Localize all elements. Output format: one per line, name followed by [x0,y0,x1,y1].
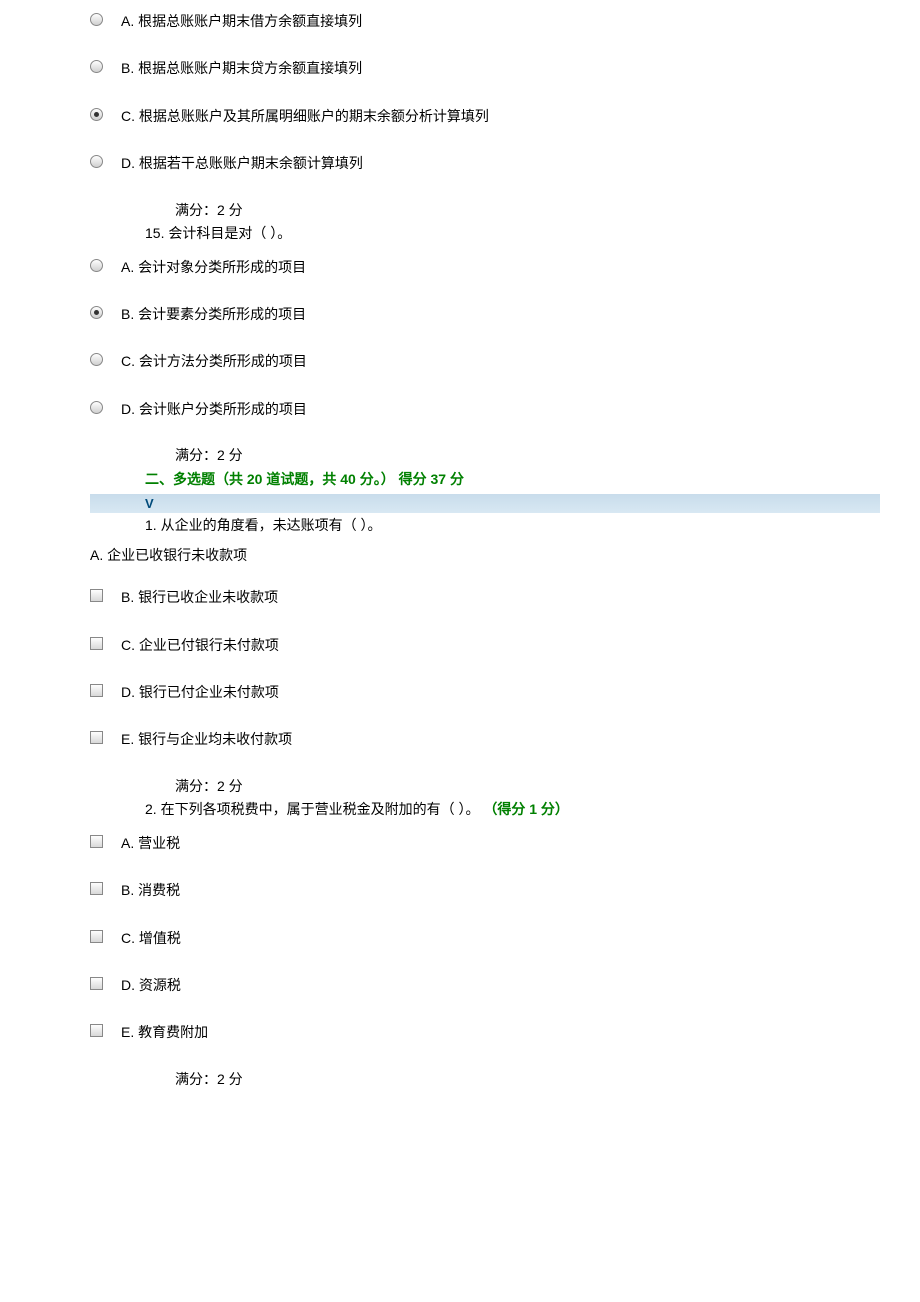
checkbox-icon[interactable] [90,1024,103,1037]
section2-title: 二、多选题（共 20 道试题，共 40 分。） 得分 37 分 [90,468,880,492]
option-text: A. 会计对象分类所形成的项目 [121,256,306,278]
checkbox-icon[interactable] [90,637,103,650]
checkbox-icon[interactable] [90,835,103,848]
mq2-question: 2. 在下列各项税费中，属于营业税金及附加的有（ ）。 （得分 1 分） [90,799,880,820]
q15-opt-d[interactable]: D. 会计账户分类所形成的项目 [90,398,880,420]
option-text: C. 会计方法分类所形成的项目 [121,350,307,372]
q14-opt-b[interactable]: B. 根据总账账户期末贷方余额直接填列 [90,57,880,79]
option-text: C. 增值税 [121,927,181,949]
q15-opt-a[interactable]: A. 会计对象分类所形成的项目 [90,256,880,278]
radio-icon-selected[interactable] [90,306,103,319]
mq1-opt-a: A. 企业已收银行未收款项 [0,544,920,566]
option-text: B. 银行已收企业未收款项 [121,586,278,608]
mq1-opt-e[interactable]: E. 银行与企业均未收付款项 [90,728,880,750]
mq2-opt-c[interactable]: C. 增值税 [90,927,880,949]
mq1-score: 满分：2 分 [90,776,880,797]
option-text: B. 消费税 [121,879,180,901]
radio-icon[interactable] [90,60,103,73]
option-text: B. 会计要素分类所形成的项目 [121,303,306,325]
option-text: A. 营业税 [121,832,180,854]
radio-icon[interactable] [90,401,103,414]
mq1-opt-c[interactable]: C. 企业已付银行未付款项 [90,634,880,656]
radio-icon[interactable] [90,259,103,272]
mq2-score: 满分：2 分 [90,1069,880,1090]
mq2-opt-a[interactable]: A. 营业税 [90,832,880,854]
mq1-opt-d[interactable]: D. 银行已付企业未付款项 [90,681,880,703]
q14-opt-c[interactable]: C. 根据总账账户及其所属明细账户的期末余额分析计算填列 [90,105,880,127]
q15-score: 满分：2 分 [90,445,880,466]
radio-icon[interactable] [90,13,103,26]
q14-opt-a[interactable]: A. 根据总账账户期末借方余额直接填列 [90,10,880,32]
option-text: D. 根据若干总账账户期末余额计算填列 [121,152,363,174]
checkbox-icon[interactable] [90,977,103,990]
q15-question: 15. 会计科目是对（ ）。 [90,223,880,244]
mq2-opt-e[interactable]: E. 教育费附加 [90,1021,880,1043]
mq1-question: 1. 从企业的角度看，未达账项有（ ）。 [90,515,880,536]
option-text: D. 银行已付企业未付款项 [121,681,279,703]
checkbox-icon[interactable] [90,684,103,697]
checkbox-icon[interactable] [90,731,103,744]
option-text: A. 根据总账账户期末借方余额直接填列 [121,10,362,32]
radio-icon[interactable] [90,353,103,366]
section2-v: V [90,494,880,513]
q14-opt-d[interactable]: D. 根据若干总账账户期末余额计算填列 [90,152,880,174]
mq2-opt-d[interactable]: D. 资源税 [90,974,880,996]
checkbox-icon[interactable] [90,589,103,602]
mq1-opt-b[interactable]: B. 银行已收企业未收款项 [90,586,880,608]
q14-score: 满分：2 分 [90,200,880,221]
radio-icon-selected[interactable] [90,108,103,121]
q15-opt-b[interactable]: B. 会计要素分类所形成的项目 [90,303,880,325]
option-text: E. 教育费附加 [121,1021,208,1043]
checkbox-icon[interactable] [90,930,103,943]
option-text: C. 企业已付银行未付款项 [121,634,279,656]
checkbox-icon[interactable] [90,882,103,895]
option-text: B. 根据总账账户期末贷方余额直接填列 [121,57,362,79]
radio-icon[interactable] [90,155,103,168]
q15-opt-c[interactable]: C. 会计方法分类所形成的项目 [90,350,880,372]
option-text: C. 根据总账账户及其所属明细账户的期末余额分析计算填列 [121,105,489,127]
mq2-opt-b[interactable]: B. 消费税 [90,879,880,901]
option-text: D. 资源税 [121,974,181,996]
option-text: E. 银行与企业均未收付款项 [121,728,292,750]
option-text: D. 会计账户分类所形成的项目 [121,398,307,420]
